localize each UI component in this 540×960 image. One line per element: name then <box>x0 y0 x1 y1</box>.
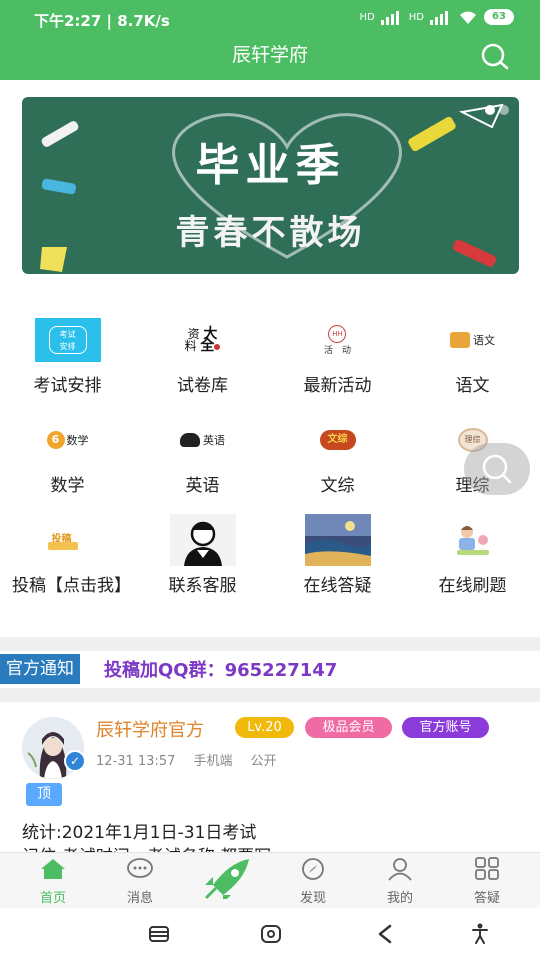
post-content-line[interactable]: 统计:2021年1月1日-31日考试 <box>22 818 256 843</box>
nav-label: 我的 <box>386 891 413 906</box>
status-bar: 下午2:27 | 8.7K/s HD HD 63 <box>0 0 540 38</box>
grid-label: 文综 <box>320 476 355 496</box>
online-qa-icon <box>304 514 371 566</box>
post-author[interactable]: 辰轩学府官方 <box>96 716 204 742</box>
grid-item-paper-library[interactable]: 资 大料 全 试卷库 <box>135 314 270 398</box>
grid-item-online-qa[interactable]: 在线答疑 <box>270 514 405 598</box>
grid-icon <box>475 857 499 880</box>
grid-label: 语文 <box>455 376 490 396</box>
grid-label: 数学 <box>50 476 85 496</box>
post-meta: 12-31 13:57 手机端 公开 <box>96 750 291 769</box>
grid-label: 试卷库 <box>177 376 228 396</box>
pinned-tag: 顶 <box>26 783 62 806</box>
floating-search-button[interactable] <box>464 443 530 495</box>
signal-icon <box>380 9 403 25</box>
notice-tag: 官方通知 <box>0 654 80 684</box>
post-time: 12-31 13:57 <box>96 754 176 769</box>
nav-item-message[interactable]: 消息 <box>105 857 175 906</box>
nav-label: 答疑 <box>473 891 500 906</box>
math-icon: 6 数学 <box>35 414 101 466</box>
banner-title: 毕业季 <box>195 140 346 191</box>
nav-item-me[interactable]: 我的 <box>365 857 435 906</box>
grid-label: 考试安排 <box>33 376 102 396</box>
grid-item-english[interactable]: 英语 英语 <box>135 414 270 498</box>
grid-label: 英语 <box>185 476 220 496</box>
message-icon <box>127 858 153 878</box>
verified-icon: ✓ <box>64 750 86 772</box>
nav-item-discover[interactable]: 发现 <box>278 857 348 906</box>
post-visibility: 公开 <box>250 754 277 769</box>
grid-label: 联系客服 <box>168 576 237 596</box>
paper-library-icon: 资 大料 全 <box>170 314 236 366</box>
customer-service-icon <box>169 514 236 566</box>
grid-item-online-practice[interactable]: 在线刷题 <box>405 514 540 598</box>
battery-icon: 63 <box>484 9 514 25</box>
grid-label: 最新活动 <box>303 376 372 396</box>
member-badge: 极品会员 <box>305 717 392 738</box>
chinese-icon: 语文 <box>440 314 506 366</box>
online-practice-icon <box>440 514 506 566</box>
network-hd-label: HD <box>359 11 375 23</box>
post-device: 手机端 <box>193 754 233 769</box>
home-icon <box>41 859 65 879</box>
nav-label: 消息 <box>126 891 153 906</box>
submit-icon: 投稿 <box>35 514 101 566</box>
nav-item-home[interactable]: 首页 <box>18 857 88 906</box>
grid-item-exam-schedule[interactable]: 考试 安排 考试安排 <box>0 314 135 398</box>
promo-banner[interactable]: 毕业季 青春不散场 <box>22 97 519 274</box>
grid-item-liberal-arts[interactable]: 文综 文综 <box>270 414 405 498</box>
grid-item-math[interactable]: 6 数学 数学 <box>0 414 135 498</box>
notice-text: 投稿加QQ群：965227147 <box>104 660 338 681</box>
user-icon <box>388 858 412 881</box>
banner-pager <box>485 105 509 115</box>
nav-label: 发现 <box>299 891 326 906</box>
grid-label: 在线答疑 <box>303 576 372 596</box>
grid-label: 投稿【点击我】 <box>12 576 131 596</box>
status-time: 下午2:27 | 8.7K/s <box>34 12 170 30</box>
rocket-icon <box>205 859 249 903</box>
exam-schedule-icon: 考试 安排 <box>34 314 101 366</box>
home-button-icon[interactable] <box>260 924 282 944</box>
english-icon: 英语 <box>170 414 236 466</box>
grid-label: 在线刷题 <box>438 576 507 596</box>
search-icon <box>482 454 512 484</box>
network-hd-label-2: HD <box>408 11 424 23</box>
app-header: 下午2:27 | 8.7K/s HD HD 63 辰轩学府 <box>0 0 540 80</box>
grid-item-customer-service[interactable]: 联系客服 <box>135 514 270 598</box>
signal-icon-2 <box>430 9 452 25</box>
nav-item-qa[interactable]: 答疑 <box>452 857 522 906</box>
official-badge: 官方账号 <box>402 717 489 738</box>
level-badge: Lv.20 <box>235 717 294 738</box>
nav-item-rocket[interactable] <box>192 855 262 903</box>
compass-icon <box>302 858 324 880</box>
activity-icon: HH 活 动 <box>305 314 371 366</box>
grid-item-latest-activity[interactable]: HH 活 动 最新活动 <box>270 314 405 398</box>
search-icon[interactable] <box>478 42 510 70</box>
banner-subtitle: 青春不散场 <box>175 213 366 253</box>
grid-item-chinese[interactable]: 语文 语文 <box>405 314 540 398</box>
page-title: 辰轩学府 <box>231 44 308 66</box>
system-nav-bar <box>0 908 540 960</box>
accessibility-icon[interactable] <box>470 922 490 944</box>
grid-item-submit[interactable]: 投稿 投稿【点击我】 <box>0 514 135 598</box>
back-icon[interactable] <box>374 924 396 944</box>
section-divider <box>0 637 540 651</box>
status-icons: HD HD 63 <box>360 9 514 25</box>
liberal-arts-icon: 文综 <box>305 414 371 466</box>
bottom-nav: 首页 消息 发现 我的 答疑 <box>0 852 540 908</box>
notice-bar[interactable]: 官方通知 投稿加QQ群：965227147 <box>0 654 540 684</box>
nav-label: 首页 <box>39 891 66 906</box>
menu-icon[interactable] <box>148 924 170 944</box>
wifi-icon <box>460 11 476 24</box>
section-divider <box>0 688 540 702</box>
